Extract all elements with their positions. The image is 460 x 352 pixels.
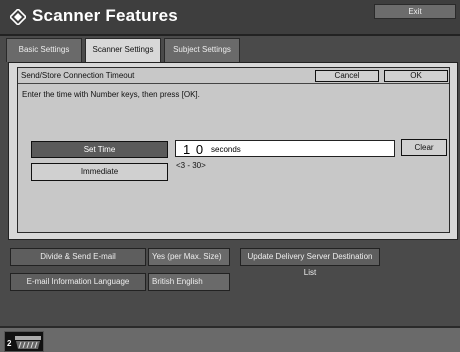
screen: Scanner Features Exit Basic Settings Sca… [0,0,460,352]
divide-send-email-button[interactable]: Divide & Send E-mail [10,248,146,266]
email-language-button[interactable]: E-mail Information Language [10,273,146,291]
scanner-logo-icon [10,9,26,25]
header-bar: Scanner Features Exit [0,0,460,36]
tab-strip: Basic Settings Scanner Settings Subject … [6,38,458,62]
exit-button[interactable]: Exit [374,4,456,19]
settings-panel: Send/Store Connection Timeout Cancel OK … [8,62,458,240]
printer-tray-icon [15,336,41,349]
set-time-button[interactable]: Set Time [31,141,168,158]
immediate-button[interactable]: Immediate [31,163,168,181]
instruction-text: Enter the time with Number keys, then pr… [22,90,200,99]
timeout-value-field[interactable]: 1 0 seconds [175,140,395,157]
dialog-title: Send/Store Connection Timeout [21,71,135,80]
clear-button[interactable]: Clear [401,139,447,156]
cancel-button[interactable]: Cancel [315,70,379,82]
ok-button[interactable]: OK [384,70,448,82]
job-count: 2 [7,339,12,348]
tab-subject-settings[interactable]: Subject Settings [164,38,240,62]
email-language-value: British English [148,273,230,291]
status-bar: 2 [0,326,460,352]
tab-scanner-settings[interactable]: Scanner Settings [85,38,161,62]
tab-basic-settings[interactable]: Basic Settings [6,38,82,62]
update-delivery-server-button[interactable]: Update Delivery Server Destination List [240,248,380,277]
timeout-unit: seconds [211,145,241,154]
divide-send-email-value: Yes (per Max. Size) [148,248,230,266]
range-hint: <3 - 30> [176,161,206,170]
timeout-dialog: Send/Store Connection Timeout Cancel OK … [17,67,450,233]
job-status-icon[interactable]: 2 [4,331,44,352]
page-title: Scanner Features [32,6,178,25]
dialog-header: Send/Store Connection Timeout Cancel OK [18,68,449,84]
timeout-value: 1 0 [183,142,205,157]
settings-list: Divide & Send E-mail Yes (per Max. Size)… [0,240,460,326]
